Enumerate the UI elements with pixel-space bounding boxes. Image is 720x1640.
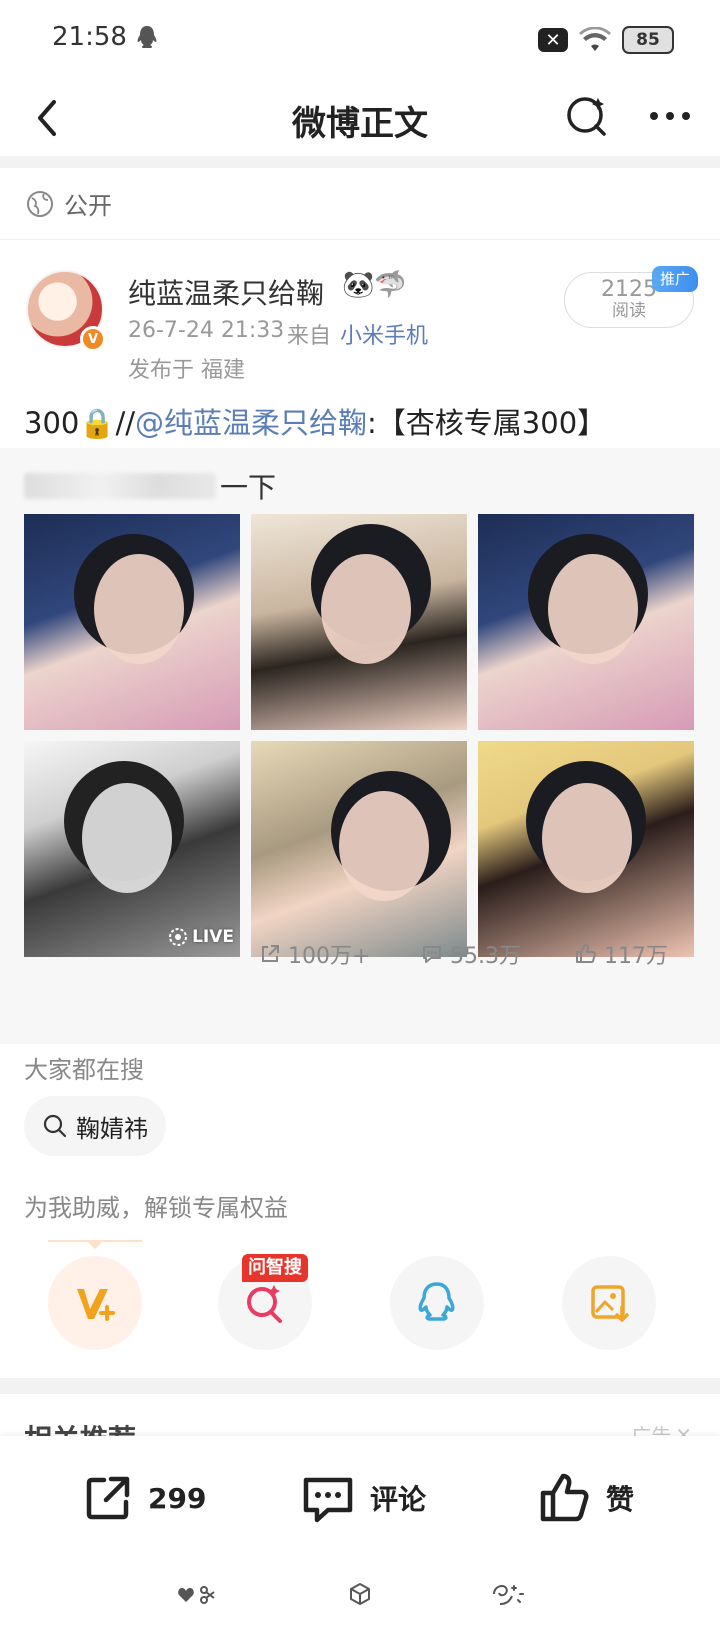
section-divider — [0, 1378, 720, 1394]
post-text-suffix: :【杏核专属300】 — [367, 406, 607, 440]
qq-share-button[interactable] — [390, 1256, 484, 1350]
forwarded-likes[interactable]: 117万 — [574, 938, 668, 970]
nav-bar: 微博正文 — [0, 80, 720, 156]
photo-thumbnail[interactable] — [251, 514, 467, 730]
read-count-label: 阅读 — [612, 301, 646, 321]
vip-plus-icon — [77, 1289, 115, 1321]
photo-thumbnail[interactable] — [478, 741, 694, 957]
post-location: 发布于 福建 — [128, 358, 245, 383]
hot-search-chip[interactable]: 鞠婧祎 — [24, 1096, 166, 1156]
comment-label: 评论 — [370, 1483, 427, 1516]
heart-scissors-icon[interactable] — [176, 1578, 216, 1610]
photo-thumbnail[interactable] — [478, 514, 694, 730]
back-arrow-icon[interactable] — [24, 90, 74, 146]
forwarded-post-card[interactable]: 一下 LIVE 100万+ 55.3万 117万 — [0, 448, 720, 1044]
forwarded-shares[interactable]: 100万+ — [258, 938, 370, 970]
qq-notification-icon — [137, 26, 157, 48]
wifi-icon — [579, 27, 611, 51]
author-header: V 纯蓝温柔只给鞠 🐼🦈 26-7-24 21:33 来自 小米手机 发布于 福… — [0, 258, 720, 388]
verified-badge-icon: V — [80, 326, 106, 352]
vip-boost-button[interactable] — [48, 1256, 142, 1350]
gift-box-icon[interactable] — [340, 1578, 380, 1610]
visibility-label: 公开 — [64, 192, 112, 220]
like-thumb-icon — [540, 1473, 589, 1522]
share-icon — [262, 945, 279, 962]
comment-bubble-icon — [303, 1477, 353, 1523]
battery-icon: 85 — [622, 26, 674, 54]
live-photo-thumbnail[interactable]: LIVE — [24, 741, 240, 957]
more-options-icon[interactable] — [640, 88, 700, 144]
post-source-link[interactable]: 小米手机 — [340, 318, 428, 350]
qq-icon — [418, 1282, 455, 1321]
boost-pointer — [86, 1240, 104, 1249]
forwarded-shares-count: 100万+ — [288, 944, 371, 969]
image-download-icon — [591, 1285, 629, 1322]
author-name[interactable]: 纯蓝温柔只给鞠 — [128, 272, 324, 312]
comment-icon — [423, 946, 441, 963]
status-bar: 21:58 ✕ 85 — [0, 0, 720, 80]
header-divider — [0, 156, 720, 168]
blurred-text — [24, 473, 216, 499]
repost-button[interactable]: 299 — [82, 1466, 206, 1530]
hot-search-label: 鞠婧祎 — [76, 1114, 148, 1143]
status-time: 21:58 — [52, 22, 127, 52]
forwarded-text: 一下 — [24, 466, 276, 506]
forwarded-likes-count: 117万 — [604, 944, 668, 969]
save-image-button[interactable] — [562, 1256, 656, 1350]
promo-tag: 推广 — [652, 266, 699, 292]
repost-count: 299 — [148, 1481, 207, 1515]
forwarded-text-visible: 一下 — [220, 471, 277, 504]
forwarded-comments-count: 55.3万 — [450, 944, 521, 969]
forwarded-comments[interactable]: 55.3万 — [420, 938, 521, 970]
visibility-row: 公开 — [0, 168, 720, 240]
photo-grid: LIVE — [24, 514, 694, 957]
everyone-searches-title: 大家都在搜 — [24, 1056, 144, 1084]
globe-icon — [27, 190, 53, 217]
post-text: 300🔒//@纯蓝温柔只给鞠:【杏核专属300】 — [24, 400, 606, 442]
repost-icon — [86, 1476, 130, 1520]
like-label: 赞 — [606, 1483, 635, 1516]
photo-thumbnail[interactable] — [24, 514, 240, 730]
thumbs-up-icon — [576, 944, 596, 963]
boost-title: 为我助威，解锁专属权益 — [24, 1194, 288, 1222]
post-text-prefix: 300🔒// — [24, 406, 136, 440]
comment-button[interactable]: 评论 — [300, 1466, 426, 1530]
magic-wand-icon[interactable] — [486, 1578, 526, 1610]
smart-search-icon[interactable] — [560, 88, 616, 144]
like-button[interactable]: 赞 — [538, 1466, 634, 1530]
smart-search-red-icon — [247, 1285, 282, 1323]
author-name-emojis: 🐼🦈 — [342, 270, 407, 300]
notification-x-icon: ✕ — [538, 28, 568, 52]
forwarded-stats: 100万+ 55.3万 117万 — [0, 938, 720, 978]
mention-link[interactable]: @纯蓝温柔只给鞠 — [135, 406, 367, 440]
bottom-action-bar: 299 评论 赞 — [0, 1436, 720, 1640]
search-icon — [43, 1114, 67, 1138]
post-time: 26-7-24 21:33 — [128, 318, 285, 343]
photo-thumbnail[interactable] — [251, 741, 467, 957]
post-source-prefix: 来自 — [287, 324, 332, 349]
ask-search-tag: 问智搜 — [242, 1254, 308, 1282]
status-right: ✕ 85 — [538, 24, 674, 56]
